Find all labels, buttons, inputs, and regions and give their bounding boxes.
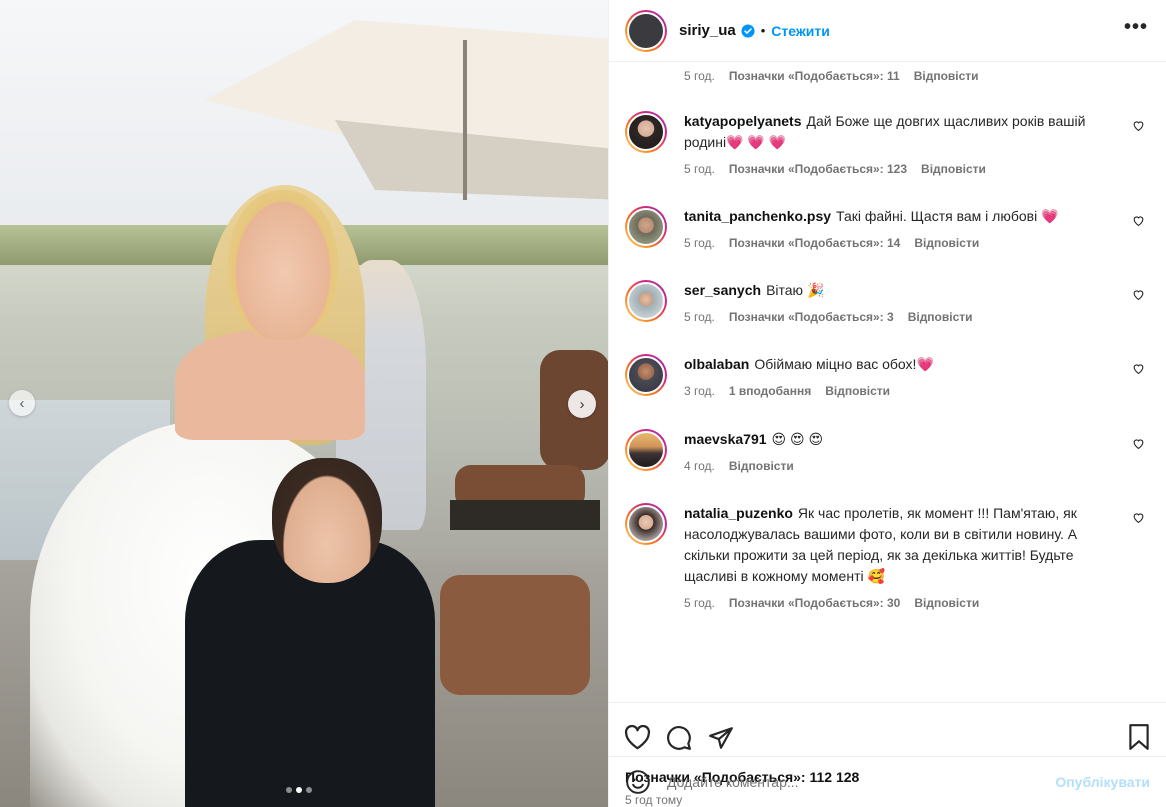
photo-bride-face [228,190,338,340]
comment-likes[interactable]: Позначки «Подобається»: 123 [729,162,907,176]
comments-list[interactable]: 5 год. Позначки «Подобається»: 11 Відпов… [609,62,1166,702]
comment-item: olbalaban Обіймаю міцно вас обох!💗 3 год.… [625,354,1155,398]
heart-icon[interactable] [1132,288,1145,301]
comment-emoji: 🥰 [867,568,885,584]
comment-icon [667,725,691,750]
carousel-dot-active [296,787,302,793]
comment-likes[interactable]: 1 вподобання [729,384,811,398]
emoji-icon[interactable] [625,769,651,795]
author-avatar[interactable] [625,9,667,52]
more-options-icon[interactable]: ••• [1124,17,1148,37]
carousel-dot [286,787,292,793]
comment-time: 5 год. [684,236,715,250]
comment-emoji: 🎉 [806,282,825,298]
like-button[interactable] [623,724,651,752]
reply-button[interactable]: Відповісти [914,596,979,610]
commenter-avatar[interactable] [625,206,667,248]
comment-meta: 4 год. Відповісти [684,459,1155,473]
reply-button[interactable]: Відповісти [825,384,890,398]
heart-icon[interactable] [1132,511,1145,524]
photo-chair [440,575,590,695]
commenter-avatar[interactable] [625,429,667,471]
verified-badge-icon [741,23,755,38]
heart-icon[interactable] [1132,437,1145,450]
comment-likes[interactable]: Позначки «Подобається»: 3 [729,310,894,324]
comment-meta: 5 год. Позначки «Подобається»: 123 Відпо… [684,162,1155,176]
reply-button[interactable]: Відповісти [914,69,979,83]
post-dialog: ‹ › siriy_ua • Стежити ••• 5 год. Познач… [0,0,1166,807]
reply-button[interactable]: Відповісти [914,236,979,250]
comment-time: 3 год. [684,384,715,398]
add-comment-input[interactable] [667,774,1056,790]
comment-meta: 5 год. Позначки «Подобається»: 3 Відпові… [684,310,1155,324]
commenter-username[interactable]: ser_sanych [684,282,761,298]
photo-umbrella [205,20,608,200]
comment-item: maevska791 😍 😍 😍 4 год. Відповісти [625,429,1155,473]
reply-button[interactable]: Відповісти [908,310,973,324]
comment-time: 4 год. [684,459,715,473]
comment-emoji: 💗 [1041,208,1059,224]
commenter-username[interactable]: tanita_panchenko.psy [684,208,831,224]
commenter-avatar[interactable] [625,280,667,322]
add-comment-bar: Опублікувати [609,756,1166,807]
chevron-right-icon: › [579,395,585,413]
header-separator: • [760,23,766,38]
comment-item: ser_sanych Вітаю 🎉 5 год. Позначки «Подоб… [625,280,1155,324]
comment-text: Обіймаю міцно вас обох! [754,356,917,372]
share-icon [709,726,733,749]
photo-table [450,500,600,530]
chevron-left-icon: ‹ [19,394,25,412]
photo-bride-shoulders [175,330,365,440]
commenter-avatar[interactable] [625,354,667,396]
photo-boy-face [272,458,382,583]
heart-icon[interactable] [1132,362,1145,375]
carousel-indicator [286,787,312,793]
comment-item: katyapopelyanets Дай Боже ще довгих щасли… [625,111,1155,176]
comment-time: 5 год. [684,69,715,83]
follow-button[interactable]: Стежити [771,23,830,39]
comment-item: tanita_panchenko.psy Такі файні. Щастя ва… [625,206,1155,250]
post-header: siriy_ua • Стежити ••• [609,0,1166,62]
comment-likes[interactable]: Позначки «Подобається»: 30 [729,596,900,610]
publish-button[interactable]: Опублікувати [1055,774,1150,790]
author-username[interactable]: siriy_ua [679,22,736,39]
comment-meta: 5 год. Позначки «Подобається»: 30 Відпов… [684,596,1155,610]
carousel-dot [306,787,312,793]
comment-likes[interactable]: Позначки «Подобається»: 11 [729,69,900,83]
comment-emoji: 💗 💗 💗 [726,134,787,150]
reply-button[interactable]: Відповісти [729,459,794,473]
comment-text: Такі файні. Щастя вам і любові [836,208,1038,224]
heart-icon [624,725,650,750]
share-button[interactable] [707,724,735,752]
commenter-avatar[interactable] [625,503,667,545]
post-side-panel: siriy_ua • Стежити ••• 5 год. Позначки «… [608,0,1166,807]
post-photo[interactable]: ‹ › [0,0,608,807]
heart-icon[interactable] [1132,119,1145,132]
heart-icon[interactable] [1132,214,1145,227]
comment-emoji: 😍 😍 😍 [771,431,824,447]
commenter-username[interactable]: natalia_puzenko [684,505,793,521]
commenter-username[interactable]: olbalaban [684,356,749,372]
reply-button[interactable]: Відповісти [921,162,986,176]
comment-emoji: 💗 [916,356,934,372]
comment-time: 5 год. [684,310,715,324]
comment-likes[interactable]: Позначки «Подобається»: 14 [729,236,900,250]
comment-time: 5 год. [684,162,715,176]
comment-button[interactable] [665,724,693,752]
comment-meta: 5 год. Позначки «Подобається»: 11 Відпов… [684,69,979,83]
carousel-prev-button[interactable]: ‹ [9,390,35,416]
carousel-next-button[interactable]: › [568,390,596,418]
comment-meta: 5 год. Позначки «Подобається»: 14 Відпов… [684,236,1155,250]
commenter-username[interactable]: maevska791 [684,431,767,447]
bookmark-icon[interactable] [1126,723,1152,751]
comment-meta: 3 год. 1 вподобання Відповісти [684,384,1155,398]
comment-time: 5 год. [684,596,715,610]
comment-text: Вітаю [766,282,804,298]
commenter-username[interactable]: katyapopelyanets [684,113,802,129]
commenter-avatar[interactable] [625,111,667,153]
comment-item: natalia_puzenko Як час пролетів, як момен… [625,503,1155,610]
